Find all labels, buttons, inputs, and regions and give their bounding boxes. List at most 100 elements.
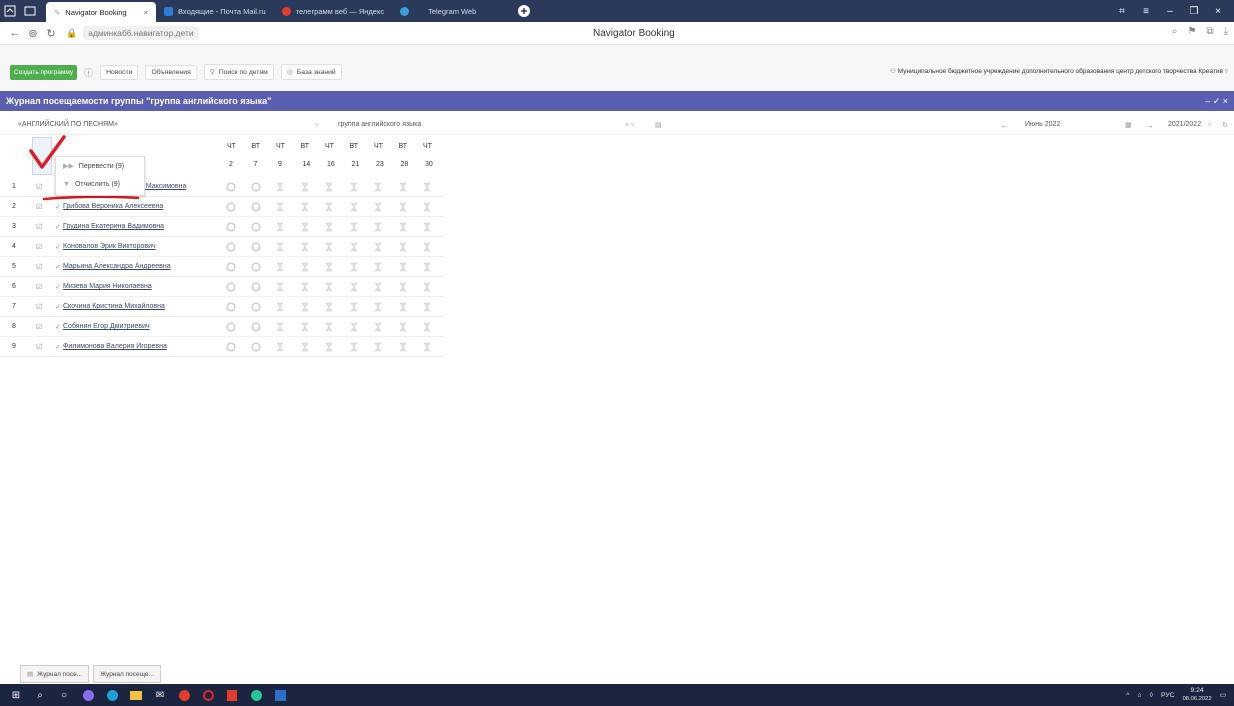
student-row[interactable]: 3 ☑ ✓ Грудина Екатерина Вадимовна xyxy=(0,217,445,237)
attendance-circle-icon[interactable] xyxy=(250,342,261,352)
student-name-link[interactable]: Грибова Вероника Алексеевна xyxy=(63,203,163,210)
attendance-circle-icon[interactable] xyxy=(226,222,236,232)
hourglass-icon[interactable] xyxy=(422,242,432,252)
hourglass-icon[interactable] xyxy=(398,282,408,292)
hourglass-icon[interactable] xyxy=(349,182,359,192)
hourglass-icon[interactable] xyxy=(398,322,408,332)
hourglass-icon[interactable] xyxy=(275,242,285,252)
panel-window-controls[interactable]: – ✓ × xyxy=(1205,96,1228,107)
attendance-circle-icon[interactable] xyxy=(226,242,236,252)
language-indicator[interactable]: РУС xyxy=(1161,692,1175,699)
hourglass-icon[interactable] xyxy=(324,242,334,252)
hourglass-icon[interactable] xyxy=(373,322,383,332)
hourglass-icon[interactable] xyxy=(422,222,432,232)
volume-icon[interactable]: ◊ xyxy=(1150,692,1153,699)
transfer-menu-item[interactable]: ▶▶ Перевести (9) xyxy=(56,157,144,175)
attendance-circle-icon[interactable] xyxy=(250,262,261,272)
hourglass-icon[interactable] xyxy=(349,202,359,212)
hourglass-icon[interactable] xyxy=(324,302,334,312)
month-field[interactable]: Июнь 2022 xyxy=(1025,121,1060,128)
student-name-link[interactable]: Грудина Екатерина Вадимовна xyxy=(63,223,164,230)
attendance-circle-icon[interactable] xyxy=(250,242,261,252)
attendance-circle-icon[interactable] xyxy=(250,182,261,192)
collections-icon[interactable]: ⌗ xyxy=(1110,0,1134,22)
hourglass-icon[interactable] xyxy=(324,182,334,192)
row-checkbox[interactable]: ☑ xyxy=(36,323,42,331)
hourglass-icon[interactable] xyxy=(275,182,285,192)
hourglass-icon[interactable] xyxy=(373,202,383,212)
news-button[interactable]: Новости xyxy=(100,64,139,80)
hourglass-icon[interactable] xyxy=(300,202,310,212)
student-row[interactable]: 7 ☑ ✓ Скочина Кристина Михайловна xyxy=(0,297,445,317)
hourglass-icon[interactable] xyxy=(324,322,334,332)
hourglass-icon[interactable] xyxy=(300,242,310,252)
hourglass-icon[interactable] xyxy=(300,282,310,292)
hourglass-icon[interactable] xyxy=(422,262,432,272)
tabs-icon[interactable] xyxy=(20,0,40,22)
student-row[interactable]: 8 ☑ ✓ Собянин Егор Дмитриевич xyxy=(0,317,445,337)
hourglass-icon[interactable] xyxy=(398,302,408,312)
hourglass-icon[interactable] xyxy=(300,302,310,312)
attendance-circle-icon[interactable] xyxy=(226,202,236,212)
hourglass-icon[interactable] xyxy=(373,222,383,232)
hourglass-icon[interactable] xyxy=(422,302,432,312)
attendance-circle-icon[interactable] xyxy=(250,282,261,292)
hourglass-icon[interactable] xyxy=(324,282,334,292)
attendance-circle-icon[interactable] xyxy=(226,182,236,192)
attendance-circle-icon[interactable] xyxy=(250,322,261,332)
calendar-icon[interactable]: ▦ xyxy=(1125,121,1132,129)
refresh-icon[interactable]: ↻ xyxy=(1222,121,1228,129)
row-checkbox[interactable]: ☑ xyxy=(36,303,42,311)
hourglass-icon[interactable] xyxy=(373,262,383,272)
hourglass-icon[interactable] xyxy=(398,262,408,272)
hourglass-icon[interactable] xyxy=(398,342,408,352)
attendance-circle-icon[interactable] xyxy=(226,262,236,272)
document-icon[interactable]: ▤ xyxy=(655,121,662,129)
hourglass-icon[interactable] xyxy=(300,182,310,192)
edge-icon[interactable] xyxy=(100,684,124,706)
chat-app-icon[interactable] xyxy=(244,684,268,706)
student-row[interactable]: 6 ☑ ✓ Мизева Мария Николаевна xyxy=(0,277,445,297)
bottom-tab-journal-1[interactable]: ▤ Журнал посе... xyxy=(20,665,90,683)
hourglass-icon[interactable] xyxy=(349,242,359,252)
knowledge-base-button[interactable]: ◎ База знаний xyxy=(280,64,342,80)
hourglass-icon[interactable] xyxy=(422,342,432,352)
student-name-link[interactable]: Марьина Александра Андреевна xyxy=(63,263,171,270)
new-tab-icon[interactable] xyxy=(512,0,536,22)
yandex-app-icon[interactable] xyxy=(220,684,244,706)
hourglass-icon[interactable] xyxy=(349,342,359,352)
search-icon[interactable]: ⌕ xyxy=(28,684,52,706)
hourglass-icon[interactable] xyxy=(324,202,334,212)
attendance-circle-icon[interactable] xyxy=(226,342,236,352)
tab-yandex[interactable]: телеграмм веб — Яндекс xyxy=(274,0,392,22)
student-name-link[interactable]: Скочина Кристина Михайловна xyxy=(63,303,165,310)
attendance-circle-icon[interactable] xyxy=(226,322,236,332)
hourglass-icon[interactable] xyxy=(373,342,383,352)
student-name-link[interactable]: Коновалов Эрик Викторович xyxy=(63,243,156,250)
tray-chevron-icon[interactable]: ^ xyxy=(1126,692,1129,699)
attendance-circle-icon[interactable] xyxy=(250,202,261,212)
year-select[interactable]: 2021/2022 xyxy=(1168,121,1201,128)
hourglass-icon[interactable] xyxy=(373,242,383,252)
mail-icon[interactable]: ✉ xyxy=(148,684,172,706)
prev-month-icon[interactable]: ← xyxy=(1000,120,1009,130)
clear-icon[interactable]: × ▿ xyxy=(625,121,635,129)
hourglass-icon[interactable] xyxy=(422,182,432,192)
hourglass-icon[interactable] xyxy=(398,222,408,232)
close-window-icon[interactable]: × xyxy=(1206,0,1230,22)
hourglass-icon[interactable] xyxy=(324,342,334,352)
hourglass-icon[interactable] xyxy=(349,262,359,272)
student-name-link[interactable]: Филимонова Валерия Игоревна xyxy=(63,343,167,350)
row-checkbox[interactable]: ☑ xyxy=(36,203,42,211)
hourglass-icon[interactable] xyxy=(373,302,383,312)
hourglass-icon[interactable] xyxy=(398,242,408,252)
opera-icon[interactable] xyxy=(196,684,220,706)
home-icon[interactable] xyxy=(0,0,20,22)
hourglass-icon[interactable] xyxy=(275,262,285,272)
ads-button[interactable]: Объявления xyxy=(145,64,197,80)
hourglass-icon[interactable] xyxy=(275,222,285,232)
hourglass-icon[interactable] xyxy=(275,322,285,332)
chevron-down-icon[interactable]: ▿ xyxy=(1208,121,1212,129)
file-explorer-icon[interactable] xyxy=(124,684,148,706)
hourglass-icon[interactable] xyxy=(324,262,334,272)
